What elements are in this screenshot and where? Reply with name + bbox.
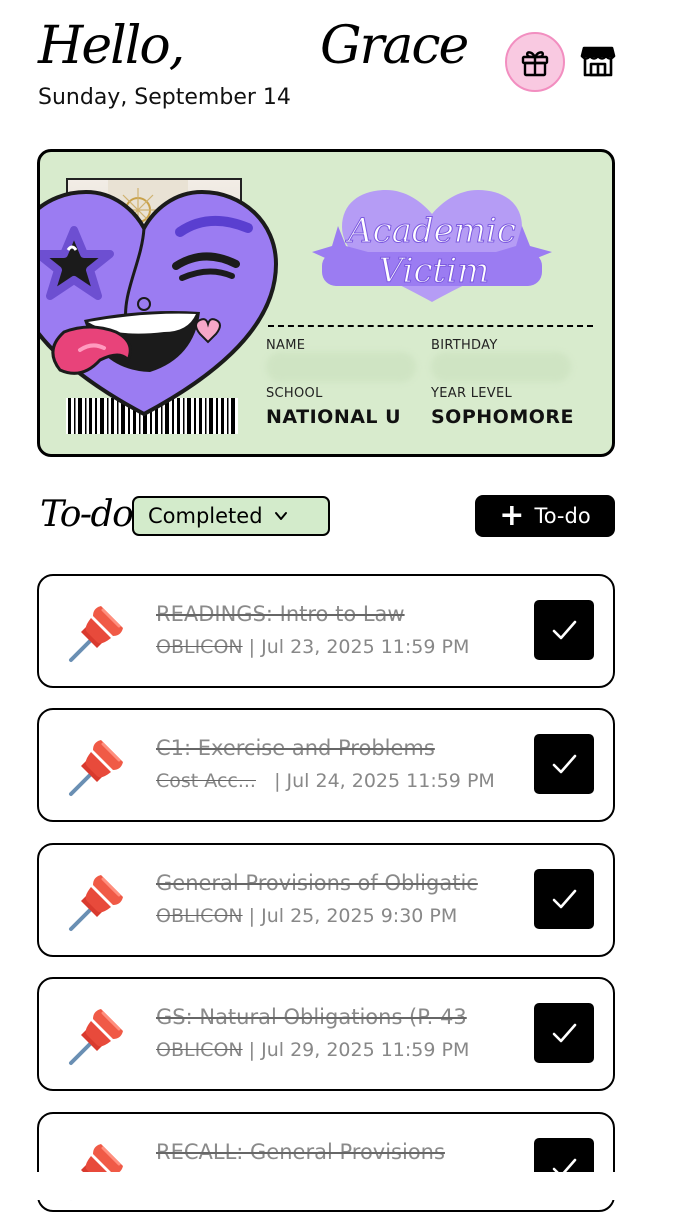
heart-face-sticker [40, 189, 279, 417]
todo-due-date: Jul 29, 2025 11:59 PM [261, 1039, 470, 1061]
todo-course: Cost Acc... [156, 770, 256, 792]
checkmark-icon [552, 1023, 577, 1043]
pushpin-icon [69, 1009, 123, 1065]
year-level-value: SOPHOMORE [431, 406, 574, 428]
user-name: Grace [320, 16, 469, 76]
gift-button[interactable] [505, 32, 565, 92]
todo-title-text: RECALL: General Provisions [156, 1140, 445, 1164]
school-label: SCHOOL [266, 386, 323, 401]
current-date: Sunday, September 14 [38, 85, 291, 110]
logo-line-1: Academic [345, 211, 516, 251]
todo-item[interactable]: GS: Natural Obligations (P. 43 OBLICON |… [37, 977, 615, 1091]
todo-item[interactable]: READINGS: Intro to Law OBLICON | Jul 23,… [37, 574, 615, 688]
pushpin-icon [69, 740, 123, 796]
academic-victim-logo: Academic Victim [312, 190, 552, 302]
completed-checkbox[interactable] [534, 734, 594, 794]
name-label: NAME [266, 338, 306, 353]
todo-course: OBLICON [156, 1039, 243, 1061]
todo-course: OBLICON [156, 636, 243, 658]
year-level-label: YEAR LEVEL [431, 386, 513, 401]
todo-title: To-do [40, 494, 134, 535]
todo-due-date: Jul 23, 2025 11:59 PM [261, 636, 470, 658]
school-value: NATIONAL U [266, 406, 402, 428]
todo-title-text: General Provisions of Obligatic [156, 871, 478, 895]
pushpin-icon [69, 606, 123, 662]
completed-checkbox[interactable] [534, 869, 594, 929]
checkmark-icon [552, 620, 577, 640]
todo-title-text: GS: Natural Obligations (P. 43 [156, 1005, 467, 1029]
card-divider [268, 325, 593, 327]
logo-line-2: Victim [379, 251, 490, 291]
gift-icon [521, 51, 549, 77]
todo-title-text: READINGS: Intro to Law [156, 602, 405, 626]
todo-due-date: Jul 24, 2025 11:59 PM [286, 770, 495, 792]
plus-icon: + [499, 498, 525, 533]
checkmark-icon [552, 754, 577, 774]
todo-item[interactable]: General Provisions of Obligatic OBLICON … [37, 843, 615, 957]
add-todo-label: To-do [534, 504, 591, 528]
filter-value: Completed [148, 504, 263, 528]
add-todo-button[interactable]: + To-do [475, 495, 615, 537]
chevron-down-icon [274, 512, 287, 520]
bottom-mask [0, 1172, 675, 1200]
completed-checkbox[interactable] [534, 1003, 594, 1063]
pushpin-icon [69, 875, 123, 931]
student-id-card: Academic Victim NAME BIRTHDAY SCHOOL NAT… [37, 149, 615, 457]
todo-course: OBLICON [156, 905, 243, 927]
birthday-value-redacted [431, 352, 571, 382]
store-button[interactable] [578, 40, 618, 80]
todo-title-text: C1: Exercise and Problems [156, 736, 435, 760]
status-filter-dropdown[interactable]: Completed [132, 496, 330, 536]
todo-item[interactable]: C1: Exercise and Problems Cost Acc... | … [37, 708, 615, 822]
greeting: Hello, [38, 16, 185, 76]
birthday-label: BIRTHDAY [431, 338, 498, 353]
checkmark-icon [552, 889, 577, 909]
name-value-redacted [266, 352, 416, 382]
completed-checkbox[interactable] [534, 600, 594, 660]
todo-due-date: Jul 25, 2025 9:30 PM [261, 905, 458, 927]
store-icon [580, 46, 616, 77]
